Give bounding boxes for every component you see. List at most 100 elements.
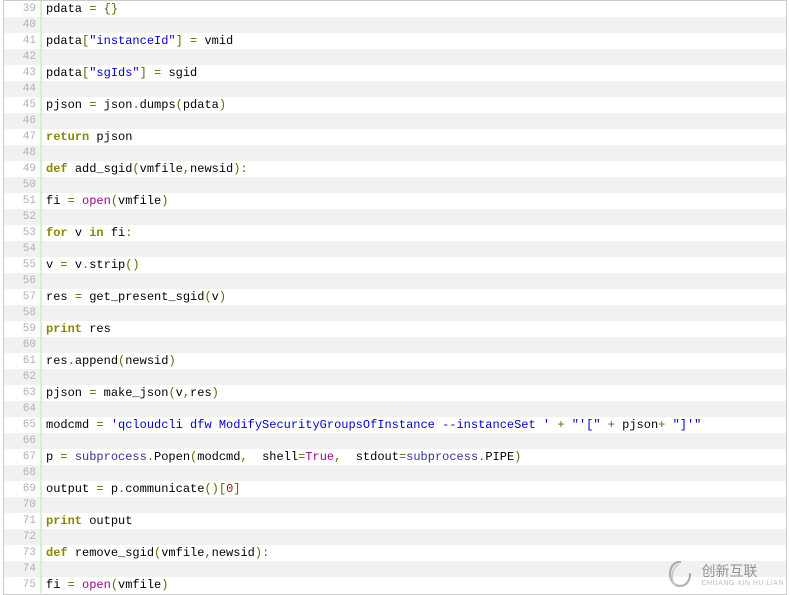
- line-number: 60: [4, 337, 42, 353]
- code-content: def remove_sgid(vmfile,newsid):: [42, 545, 269, 561]
- code-line: 43pdata["sgIds"] = sgid: [4, 65, 786, 81]
- code-line: 54: [4, 241, 786, 257]
- line-number: 47: [4, 129, 42, 145]
- code-line: 53for v in fi:: [4, 225, 786, 241]
- line-number: 45: [4, 97, 42, 113]
- code-content: [42, 433, 46, 449]
- code-content: res = get_present_sgid(v): [42, 289, 226, 305]
- code-line: 74: [4, 561, 786, 577]
- line-number: 56: [4, 273, 42, 289]
- code-content: p = subprocess.Popen(modcmd, shell=True,…: [42, 449, 521, 465]
- code-content: [42, 241, 46, 257]
- code-line: 40: [4, 17, 786, 33]
- code-line: 61res.append(newsid): [4, 353, 786, 369]
- code-content: [42, 465, 46, 481]
- line-number: 64: [4, 401, 42, 417]
- code-content: [42, 497, 46, 513]
- code-content: fi = open(vmfile): [42, 577, 168, 593]
- line-number: 43: [4, 65, 42, 81]
- code-content: v = v.strip(): [42, 257, 140, 273]
- line-number: 61: [4, 353, 42, 369]
- code-content: for v in fi:: [42, 225, 132, 241]
- code-content: [42, 401, 46, 417]
- code-line: 75fi = open(vmfile): [4, 577, 786, 593]
- code-line: 63pjson = make_json(v,res): [4, 385, 786, 401]
- line-number: 69: [4, 481, 42, 497]
- code-line: 68: [4, 465, 786, 481]
- code-line: 64: [4, 401, 786, 417]
- code-content: pdata["sgIds"] = sgid: [42, 65, 197, 81]
- code-line: 67p = subprocess.Popen(modcmd, shell=Tru…: [4, 449, 786, 465]
- line-number: 54: [4, 241, 42, 257]
- code-line: 42: [4, 49, 786, 65]
- code-line: 47return pjson: [4, 129, 786, 145]
- code-line: 45pjson = json.dumps(pdata): [4, 97, 786, 113]
- line-number: 57: [4, 289, 42, 305]
- code-line: 50: [4, 177, 786, 193]
- line-number: 63: [4, 385, 42, 401]
- code-content: [42, 209, 46, 225]
- code-line: 46: [4, 113, 786, 129]
- line-number: 71: [4, 513, 42, 529]
- line-number: 55: [4, 257, 42, 273]
- code-content: [42, 49, 46, 65]
- code-content: pdata["instanceId"] = vmid: [42, 33, 233, 49]
- line-number: 40: [4, 17, 42, 33]
- code-content: def add_sgid(vmfile,newsid):: [42, 161, 248, 177]
- line-number: 75: [4, 577, 42, 593]
- line-number: 66: [4, 433, 42, 449]
- line-number: 70: [4, 497, 42, 513]
- line-number: 74: [4, 561, 42, 577]
- code-line: 60: [4, 337, 786, 353]
- code-line: 49def add_sgid(vmfile,newsid):: [4, 161, 786, 177]
- line-number: 67: [4, 449, 42, 465]
- code-line: 44: [4, 81, 786, 97]
- code-content: pdata = {}: [42, 1, 118, 17]
- code-content: [42, 177, 46, 193]
- line-number: 58: [4, 305, 42, 321]
- code-content: res.append(newsid): [42, 353, 176, 369]
- code-line: 41pdata["instanceId"] = vmid: [4, 33, 786, 49]
- code-content: [42, 81, 46, 97]
- line-number: 73: [4, 545, 42, 561]
- line-number: 62: [4, 369, 42, 385]
- line-number: 44: [4, 81, 42, 97]
- code-line: 58: [4, 305, 786, 321]
- code-line: 48: [4, 145, 786, 161]
- code-line: 66: [4, 433, 786, 449]
- code-line: 39pdata = {}: [4, 1, 786, 17]
- code-content: [42, 113, 46, 129]
- code-content: [42, 17, 46, 33]
- line-number: 39: [4, 1, 42, 17]
- code-line: 59print res: [4, 321, 786, 337]
- line-number: 52: [4, 209, 42, 225]
- code-content: [42, 305, 46, 321]
- code-content: pjson = json.dumps(pdata): [42, 97, 226, 113]
- code-line: 62: [4, 369, 786, 385]
- code-content: [42, 529, 46, 545]
- code-line: 56: [4, 273, 786, 289]
- code-line: 70: [4, 497, 786, 513]
- code-content: [42, 369, 46, 385]
- code-line: 72: [4, 529, 786, 545]
- line-number: 68: [4, 465, 42, 481]
- code-line: 71print output: [4, 513, 786, 529]
- line-number: 53: [4, 225, 42, 241]
- line-number: 50: [4, 177, 42, 193]
- code-line: 57res = get_present_sgid(v): [4, 289, 786, 305]
- line-number: 49: [4, 161, 42, 177]
- code-content: [42, 273, 46, 289]
- code-content: [42, 561, 46, 577]
- code-content: return pjson: [42, 129, 132, 145]
- code-content: print output: [42, 513, 132, 529]
- code-content: output = p.communicate()[0]: [42, 481, 240, 497]
- line-number: 48: [4, 145, 42, 161]
- code-line: 52: [4, 209, 786, 225]
- code-content: [42, 337, 46, 353]
- line-number: 46: [4, 113, 42, 129]
- code-line: 55v = v.strip(): [4, 257, 786, 273]
- code-line: 73def remove_sgid(vmfile,newsid):: [4, 545, 786, 561]
- line-number: 51: [4, 193, 42, 209]
- code-content: pjson = make_json(v,res): [42, 385, 219, 401]
- line-number: 59: [4, 321, 42, 337]
